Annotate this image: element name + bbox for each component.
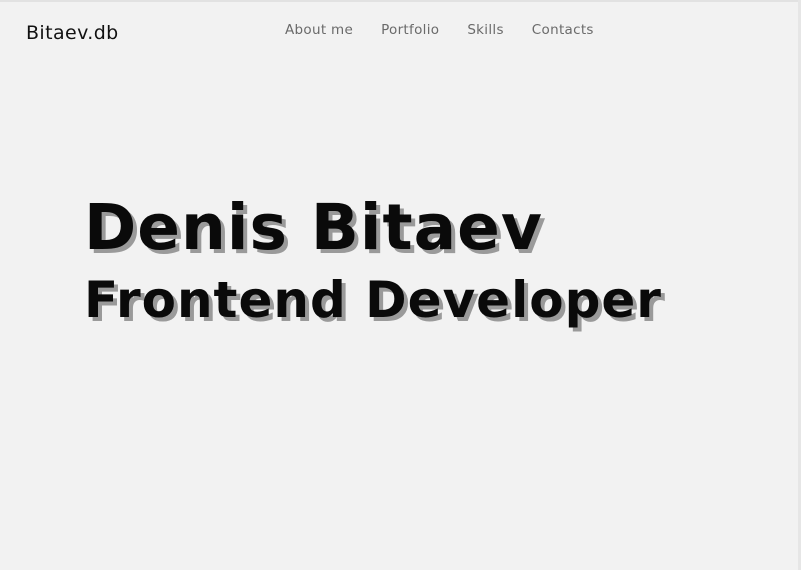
- top-border: [0, 0, 801, 2]
- hero-name: Denis Bitaev: [84, 191, 543, 264]
- nav-link-portfolio[interactable]: Portfolio: [381, 20, 439, 40]
- hero-role: Frontend Developer: [84, 271, 662, 329]
- nav-link-skills[interactable]: Skills: [467, 20, 503, 40]
- hero-section: Denis Bitaev Frontend Developer: [84, 188, 662, 332]
- nav-link-contacts[interactable]: Contacts: [532, 20, 594, 40]
- nav-link-about-me[interactable]: About me: [285, 20, 353, 40]
- main-nav: About me Portfolio Skills Contacts: [285, 20, 594, 40]
- site-logo[interactable]: Bitaev.db: [26, 20, 119, 46]
